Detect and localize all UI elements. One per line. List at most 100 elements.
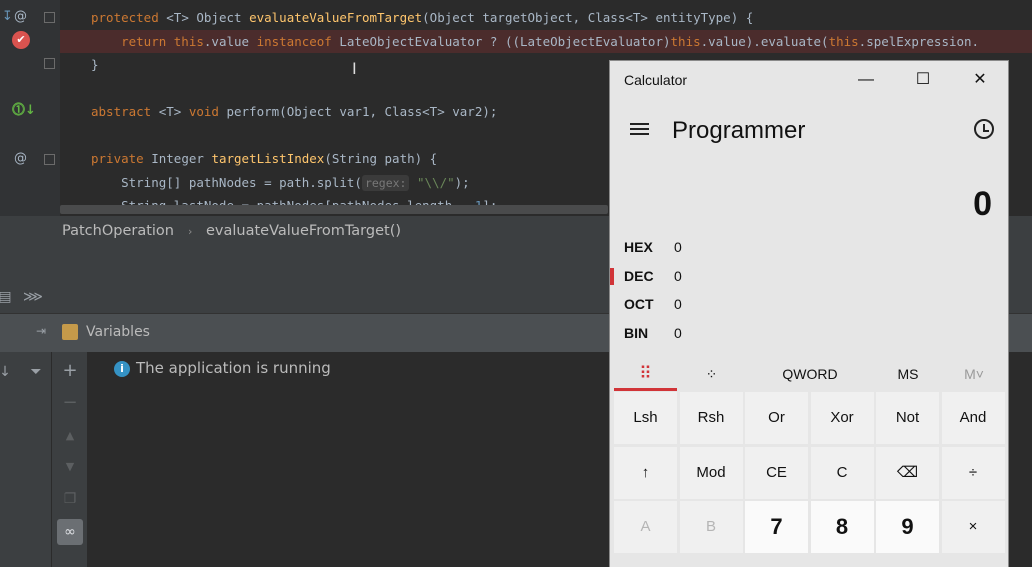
code-token: } <box>91 57 99 72</box>
copy-icon[interactable]: ❐ <box>57 486 83 512</box>
key-1-1[interactable]: Mod <box>679 446 743 499</box>
radix-value-bin[interactable]: 0 <box>674 325 682 341</box>
minimize-icon[interactable]: — <box>838 61 894 99</box>
code-token: this <box>670 33 701 49</box>
code-token: protected <box>91 10 167 25</box>
radix-label-bin[interactable]: BIN <box>624 325 648 341</box>
code-token: evaluateValueFromTarget <box>249 10 423 25</box>
restore-layout-icon[interactable]: ▤ <box>0 284 18 310</box>
key-1-0[interactable]: ↑ <box>614 446 677 499</box>
full-keypad-icon[interactable]: ⠿ <box>614 357 677 391</box>
radix-value-oct[interactable]: 0 <box>674 296 682 312</box>
close-icon[interactable]: ✕ <box>952 61 1008 99</box>
key-1-2[interactable]: CE <box>745 446 808 499</box>
variables-label[interactable]: Variables <box>86 324 150 340</box>
fold-marker[interactable] <box>44 58 55 69</box>
code-token: <T> Object <box>166 10 250 25</box>
bit-toggle-icon[interactable]: ⁘ <box>680 357 743 391</box>
selected-radix-indicator <box>610 268 614 285</box>
horizontal-scrollbar[interactable] <box>60 205 608 214</box>
override-icon[interactable]: @ <box>14 9 27 25</box>
code-token: String[] pathNodes = path.split( <box>91 174 362 190</box>
breadcrumb-method[interactable]: evaluateValueFromTarget() <box>206 223 401 239</box>
key-1-5[interactable]: ÷ <box>941 446 1005 499</box>
key-1-4[interactable]: ⌫ <box>876 446 939 499</box>
radix-value-dec[interactable]: 0 <box>674 268 682 284</box>
mode-title: Programmer <box>672 117 806 144</box>
code-token: LateObjectEvaluator ? ((LateObjectEvalua… <box>339 33 671 49</box>
keyboard-tabs: ⠿ ⁘ QWORD MS M˅ <box>610 357 1008 391</box>
radix-label-oct[interactable]: OCT <box>624 296 654 312</box>
fold-marker[interactable] <box>44 12 55 23</box>
key-2-2[interactable]: 7 <box>745 501 808 553</box>
radix-value-hex[interactable]: 0 <box>674 239 682 255</box>
frames-toolbar: ↓ ⏷ <box>0 352 52 567</box>
remove-watch-icon[interactable]: − <box>57 390 83 416</box>
breakpoint-icon[interactable]: ✔ <box>12 31 30 49</box>
implements-icon[interactable]: ↧ <box>2 9 13 25</box>
add-watch-icon[interactable]: + <box>57 358 83 384</box>
title-bar[interactable]: Calculator — ☐ ✕ <box>610 61 1008 99</box>
key-0-5[interactable]: And <box>941 392 1005 444</box>
screen: ↧ @ ✔ ⓵↓ @ protected <T> Object evaluate… <box>0 0 1032 567</box>
key-2-5[interactable]: × <box>941 501 1005 553</box>
code-token: targetListIndex <box>211 151 325 166</box>
implemented-icon[interactable]: ⓵↓ <box>12 103 36 119</box>
code-token: "\\/" <box>409 174 455 190</box>
mode-bar: Programmer <box>610 103 1008 151</box>
breadcrumb-class[interactable]: PatchOperation <box>62 223 174 239</box>
key-0-2[interactable]: Or <box>745 392 808 444</box>
filter-icon[interactable]: ⏷ <box>23 359 49 385</box>
code-line[interactable]: protected <T> Object evaluateValueFromTa… <box>60 6 1032 29</box>
key-2-1[interactable]: B <box>679 501 743 553</box>
code-token: .value).evaluate( <box>700 33 829 49</box>
variables-icon <box>62 324 78 340</box>
menu-icon[interactable] <box>630 123 649 135</box>
code-token: abstract <box>91 104 159 119</box>
key-0-0[interactable]: Lsh <box>614 392 677 444</box>
code-line-breakpoint[interactable]: return this.value instanceof LateObjectE… <box>60 29 1032 53</box>
status-text: The application is running <box>136 359 331 377</box>
move-down-icon[interactable]: ▼ <box>57 454 83 480</box>
maximize-icon[interactable]: ☐ <box>895 61 951 99</box>
memory-menu-button[interactable]: M˅ <box>944 357 1004 391</box>
variables-toolbar: + − ▲ ▼ ❐ ∞ <box>52 352 87 567</box>
code-token: return this <box>91 33 204 49</box>
code-token: (Object targetObject, Class<T> entityTyp… <box>422 10 754 25</box>
code-token: .spelExpression. <box>858 33 980 49</box>
key-2-0[interactable]: A <box>614 501 677 553</box>
key-0-1[interactable]: Rsh <box>679 392 743 444</box>
breadcrumb-separator-icon: › <box>188 225 193 238</box>
status-message: i The application is running <box>114 359 331 377</box>
memory-store-button[interactable]: MS <box>878 357 938 391</box>
code-token: private <box>91 151 152 166</box>
radix-label-dec[interactable]: DEC <box>624 268 654 284</box>
info-icon: i <box>114 361 130 377</box>
editor-gutter: ↧ @ ✔ ⓵↓ @ <box>0 0 60 216</box>
parameter-hint: regex: <box>361 174 410 191</box>
code-token: perform(Object var1, Class<T> var2); <box>226 104 498 119</box>
show-watches-icon[interactable]: ∞ <box>57 519 83 545</box>
code-token: <T> <box>158 104 189 119</box>
code-token: void <box>188 104 227 119</box>
fold-marker[interactable] <box>44 154 55 165</box>
window-title: Calculator <box>624 72 688 88</box>
code-token: ); <box>454 174 470 190</box>
code-token: Integer <box>151 151 212 166</box>
step-down-icon[interactable]: ↓ <box>0 359 18 385</box>
code-token: this <box>828 33 859 49</box>
key-0-4[interactable]: Not <box>876 392 939 444</box>
word-size-button[interactable]: QWORD <box>760 357 860 391</box>
radix-label-hex[interactable]: HEX <box>624 239 653 255</box>
key-0-3[interactable]: Xor <box>810 392 874 444</box>
history-icon[interactable] <box>974 119 994 139</box>
key-2-3[interactable]: 8 <box>810 501 874 553</box>
override-icon[interactable]: @ <box>14 151 27 167</box>
settings-list-icon[interactable]: ⋙ <box>20 284 46 310</box>
result-display: 0 <box>973 185 992 223</box>
move-up-icon[interactable]: ▲ <box>57 423 83 449</box>
key-2-4[interactable]: 9 <box>876 501 939 553</box>
key-1-3[interactable]: C <box>810 446 874 499</box>
pin-tab-icon[interactable]: ⇥ <box>36 324 46 338</box>
code-token: (String path) { <box>324 151 438 166</box>
